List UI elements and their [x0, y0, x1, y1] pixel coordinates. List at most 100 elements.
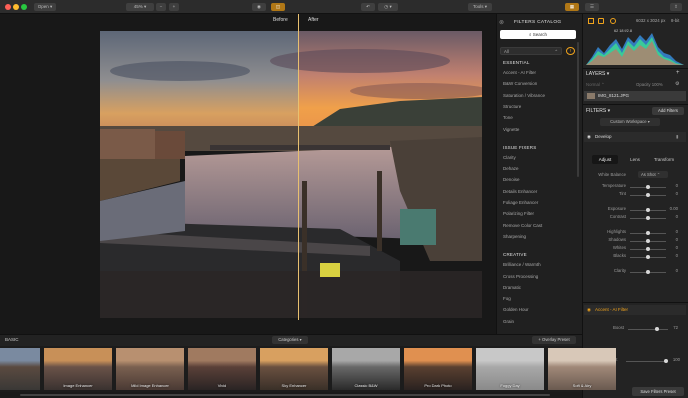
share-button[interactable]: ⇪ — [670, 3, 682, 11]
catalog-item[interactable]: Brilliance / Warmth — [503, 262, 541, 267]
before-after-split-handle[interactable] — [298, 14, 299, 320]
add-layer-icon[interactable]: + — [676, 70, 680, 76]
catalog-item[interactable]: Saturation / Vibrance — [503, 93, 545, 98]
white-balance-select[interactable]: As Shot ⌃ — [638, 171, 668, 178]
adjust-slider[interactable] — [630, 239, 666, 243]
preset-thumbnail[interactable]: Mild Image Enhancer — [116, 348, 184, 390]
slider-knob[interactable] — [646, 247, 650, 251]
tab-lens[interactable]: Lens — [622, 155, 648, 164]
catalog-item[interactable]: Polarizing Filter — [503, 211, 534, 216]
accent-filter-header[interactable]: ◉ Accent - AI Filter — [584, 305, 686, 315]
catalog-search-input[interactable]: ⌕ Search — [500, 30, 576, 39]
add-filters-button[interactable]: Add Filters — [652, 107, 684, 115]
adjust-panel-toggle-button[interactable]: ☰ — [585, 3, 599, 11]
slider-knob[interactable] — [646, 185, 650, 189]
preset-thumbnail[interactable]: Foggy Day — [476, 348, 544, 390]
catalog-item[interactable]: Sharpening — [503, 234, 526, 239]
overlay-preset-button[interactable]: + Overlay Preset — [532, 336, 576, 344]
adjust-slider[interactable] — [630, 185, 666, 189]
catalog-item[interactable]: Foliage Enhancer — [503, 200, 538, 205]
catalog-item[interactable]: Remove Color Cast — [503, 223, 542, 228]
open-button[interactable]: Open ▾ — [34, 3, 56, 11]
filters-title[interactable]: FILTERS ▾ — [586, 108, 610, 114]
preview-eye-button[interactable]: ◉ — [252, 3, 266, 11]
layer-opacity[interactable]: Opacity 100% — [636, 82, 663, 87]
presets-scrollbar[interactable] — [0, 392, 582, 398]
preset-thumbnail[interactable]: Pro Dark Photo — [404, 348, 472, 390]
adjust-slider[interactable] — [630, 247, 666, 251]
accent-label: Accent - AI Filter — [595, 307, 629, 312]
tab-adjust[interactable]: Adjust — [592, 155, 618, 164]
layer-row[interactable]: IMG_8121.JPG — [584, 91, 686, 101]
adjust-slider[interactable] — [630, 255, 666, 259]
preset-thumbnail[interactable]: Image Enhancer — [44, 348, 112, 390]
slider-knob[interactable] — [646, 255, 650, 259]
zoom-out-button[interactable]: − — [156, 3, 166, 11]
accent-toggle-icon[interactable]: ◉ — [587, 307, 591, 313]
tab-transform[interactable]: Transform — [650, 155, 678, 164]
close-window-button[interactable] — [5, 4, 11, 10]
adjust-slider[interactable] — [630, 231, 666, 235]
preset-thumbnail[interactable]: Classic B&W — [332, 348, 400, 390]
catalog-item[interactable]: Clarity — [503, 155, 516, 160]
preset-thumbnail[interactable] — [0, 348, 40, 390]
clipping-icon[interactable] — [610, 18, 616, 24]
slider-knob[interactable] — [646, 270, 650, 274]
catalog-item[interactable]: Golden Hour — [503, 307, 529, 312]
minimize-window-button[interactable] — [13, 4, 19, 10]
zoom-select[interactable]: 45% ▾ — [126, 3, 154, 11]
catalog-scrollbar[interactable] — [577, 42, 579, 177]
preset-thumbnail[interactable]: Sky Enhancer — [260, 348, 328, 390]
develop-filter-header[interactable]: ◉ Develop ▮ — [584, 132, 686, 142]
catalog-filter-select[interactable]: All ⌃ — [500, 47, 562, 55]
develop-toggle-icon[interactable]: ◉ — [587, 134, 591, 140]
layers-title[interactable]: LAYERS ▾ — [586, 71, 609, 77]
catalog-item[interactable]: Cross Processing — [503, 274, 538, 279]
slider-knob[interactable] — [646, 216, 650, 220]
catalog-item[interactable]: Dehaze — [503, 166, 519, 171]
catalog-item[interactable]: Accent - AI Filter — [503, 70, 536, 75]
compare-view-button[interactable]: ◫ — [271, 3, 285, 11]
adjust-slider[interactable] — [630, 216, 666, 220]
categories-select[interactable]: Categories ▾ — [272, 336, 308, 344]
layer-settings-icon[interactable]: ⚙ — [675, 81, 679, 87]
presets-scroll-thumb[interactable] — [20, 394, 550, 396]
adjust-slider[interactable] — [630, 193, 666, 197]
catalog-item[interactable]: Tone — [503, 115, 513, 120]
catalog-item[interactable]: B&W Conversion — [503, 81, 537, 86]
catalog-close-icon[interactable]: ⊗ — [499, 19, 504, 26]
slider-knob[interactable] — [646, 208, 650, 212]
ai-info-icon[interactable]: ! — [566, 47, 575, 55]
zoom-in-button[interactable]: + — [169, 3, 179, 11]
slider-knob[interactable] — [646, 231, 650, 235]
undo-button[interactable]: ↶ — [361, 3, 375, 11]
blend-mode-select[interactable]: Normal ⌃ — [586, 82, 605, 88]
slider-knob[interactable] — [646, 193, 650, 197]
boost-slider[interactable] — [628, 327, 668, 331]
history-button[interactable]: ◷ ▾ — [378, 3, 398, 11]
preset-thumbnail[interactable]: Vivid — [188, 348, 256, 390]
catalog-item[interactable]: Details Enhancer — [503, 189, 537, 194]
catalog-item[interactable]: Structure — [503, 104, 521, 109]
lock-icon[interactable]: ▮ — [676, 134, 678, 140]
catalog-item[interactable]: Dramatic — [503, 285, 521, 290]
workspace-select[interactable]: Custom Workspace ▾ — [600, 118, 660, 126]
zoom-window-button[interactable] — [21, 4, 27, 10]
filters-amount-knob[interactable] — [664, 359, 668, 363]
crop-icon[interactable] — [598, 18, 604, 24]
save-filters-preset-button[interactable]: Save Filters Preset — [632, 387, 684, 396]
adjust-slider[interactable] — [630, 270, 666, 274]
tools-button[interactable]: Tools ▾ — [468, 3, 492, 11]
slider-knob[interactable] — [646, 239, 650, 243]
catalog-toggle-button[interactable]: ▦ — [565, 3, 579, 11]
image-info-icon[interactable] — [588, 18, 594, 24]
filters-amount-slider[interactable] — [626, 359, 668, 363]
catalog-item[interactable]: Fog — [503, 296, 511, 301]
preset-thumbnail[interactable]: Soft & Airy — [548, 348, 616, 390]
catalog-item[interactable]: Grain — [503, 319, 514, 324]
catalog-item[interactable]: Vignette — [503, 127, 519, 132]
boost-slider-knob[interactable] — [654, 327, 659, 331]
photo-preview[interactable] — [100, 31, 482, 318]
catalog-item[interactable]: Denoise — [503, 177, 520, 182]
adjust-slider[interactable] — [630, 208, 666, 212]
